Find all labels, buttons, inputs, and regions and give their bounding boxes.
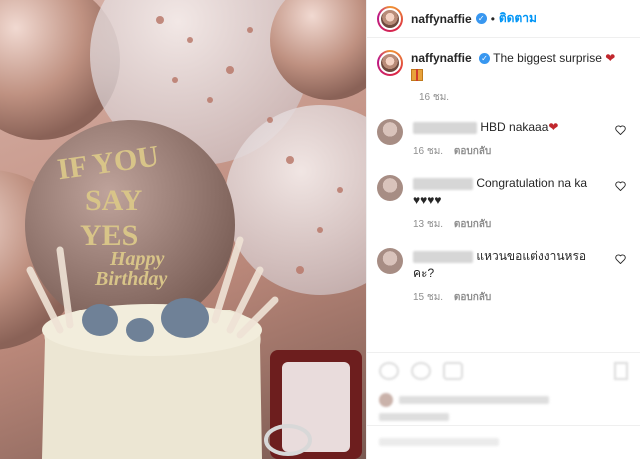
comment-body: HBD nakaaa❤ 16 ชม. ตอบกลับ	[413, 119, 603, 160]
avatar[interactable]	[377, 50, 403, 76]
comment-meta: 15 ชม. ตอบกลับ	[413, 289, 603, 306]
avatar[interactable]	[379, 393, 393, 407]
heart-icon: ❤	[605, 51, 616, 65]
add-comment-area[interactable]	[367, 425, 640, 459]
separator-dot: •	[490, 11, 495, 26]
follow-button[interactable]: ติดตาม	[499, 9, 537, 28]
comment-time[interactable]: 15 ชม.	[413, 292, 443, 303]
bookmark-icon[interactable]	[614, 362, 628, 380]
commenter-name[interactable]	[413, 177, 473, 190]
commenter-name[interactable]	[413, 250, 473, 263]
caption-body: The biggest surprise	[493, 51, 602, 65]
comment: แหวนขอแต่งงานหรอ คะ? 15 ชม. ตอบกลับ	[367, 248, 640, 306]
comment-body: แหวนขอแต่งงานหรอ คะ? 15 ชม. ตอบกลับ	[413, 248, 603, 306]
comment-text: Congratulation na ka	[476, 176, 588, 190]
divider	[367, 352, 640, 353]
post-photo: IF YOU SAY YES Happy Birthday	[0, 0, 366, 459]
post-date	[379, 413, 449, 421]
reply-button[interactable]: ตอบกลับ	[454, 146, 491, 157]
gift-icon	[411, 69, 423, 81]
add-comment-placeholder	[379, 438, 499, 446]
comment-icon[interactable]	[411, 362, 431, 380]
action-bar	[379, 362, 463, 380]
cake-photo-illustration: IF YOU SAY YES Happy Birthday	[0, 0, 366, 459]
post-panel: naffynaffie ✓ • ติดตาม naffynaffie ✓ The…	[366, 0, 640, 459]
comment-meta: 16 ชม. ตอบกลับ	[413, 143, 603, 160]
reply-button[interactable]: ตอบกลับ	[454, 219, 491, 230]
commenter-name[interactable]	[413, 121, 477, 134]
comment-time[interactable]: 13 ชม.	[413, 219, 443, 230]
comment-body: Congratulation na ka ♥♥♥♥ 13 ชม. ตอบกลับ	[413, 175, 603, 233]
liked-by-row	[379, 393, 549, 407]
avatar[interactable]	[377, 248, 403, 274]
avatar[interactable]	[377, 175, 403, 201]
verified-badge-icon: ✓	[475, 13, 487, 24]
comment: Congratulation na ka ♥♥♥♥ 13 ชม. ตอบกลับ	[367, 175, 640, 233]
caption-time[interactable]: 16 ชม.	[419, 90, 640, 105]
topper-line: SAY	[85, 184, 143, 217]
topper-line: Birthday	[94, 268, 167, 290]
comment-text: HBD nakaaa	[480, 120, 549, 134]
comment-text-line2: คะ?	[413, 266, 435, 280]
like-heart-icon[interactable]	[615, 181, 626, 191]
like-heart-icon[interactable]	[615, 254, 626, 264]
heart-icon: ❤	[548, 120, 559, 134]
post-header: naffynaffie ✓ • ติดตาม	[367, 0, 640, 38]
comment-text: แหวนขอแต่งงานหรอ	[476, 249, 587, 263]
caption-text: naffynaffie ✓ The biggest surprise ❤	[411, 50, 615, 84]
ring-box	[264, 350, 362, 459]
avatar[interactable]	[377, 5, 403, 32]
caption: naffynaffie ✓ The biggest surprise ❤	[367, 38, 640, 84]
avatar[interactable]	[377, 119, 403, 145]
like-heart-icon[interactable]	[615, 125, 626, 135]
username[interactable]: naffynaffie	[411, 12, 472, 26]
liked-by-text[interactable]	[399, 396, 549, 404]
comment-time[interactable]: 16 ชม.	[413, 146, 443, 157]
share-icon[interactable]	[443, 362, 463, 380]
comment: HBD nakaaa❤ 16 ชม. ตอบกลับ	[367, 119, 640, 160]
verified-badge-icon: ✓	[479, 53, 491, 65]
comment-text-line2: ♥♥♥♥	[413, 193, 442, 207]
caption-username[interactable]: naffynaffie	[411, 51, 472, 65]
comment-meta: 13 ชม. ตอบกลับ	[413, 216, 603, 233]
heart-icon[interactable]	[379, 362, 399, 380]
reply-button[interactable]: ตอบกลับ	[454, 292, 491, 303]
topper-line: Happy	[109, 248, 165, 270]
